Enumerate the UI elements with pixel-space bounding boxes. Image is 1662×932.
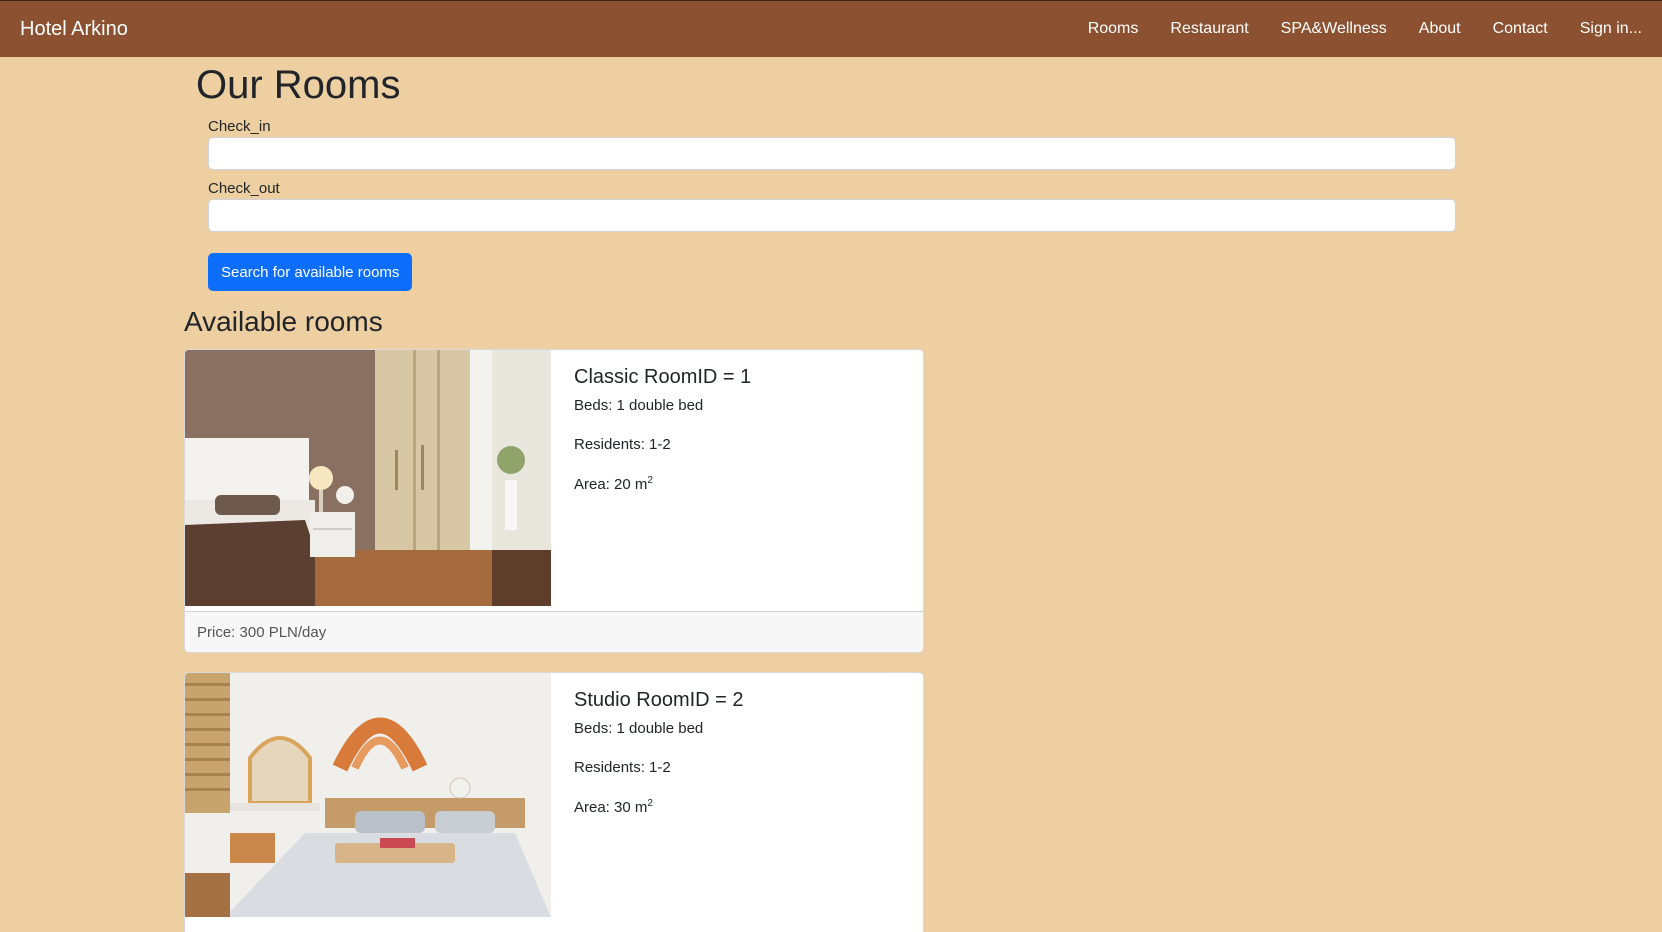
room-photo-classic [185,350,551,606]
room-area: Area: 30 m2 [574,798,744,816]
check-out-input[interactable] [208,199,1456,232]
nav-link-rooms[interactable]: Rooms [1088,20,1139,38]
nav-links: Rooms Restaurant SPA&Wellness About Cont… [1088,20,1642,38]
room-details: Studio RoomID = 2 Beds: 1 double bed Res… [574,689,744,838]
room-card: Classic RoomID = 1 Beds: 1 double bed Re… [184,349,924,653]
page-title: Our Rooms [196,63,401,107]
check-in-input[interactable] [208,137,1456,170]
search-available-rooms-button[interactable]: Search for available rooms [208,253,413,291]
room-residents: Residents: 1-2 [574,436,671,453]
room-area-value: Area: 30 m [574,799,648,816]
brand-link[interactable]: Hotel Arkino [20,18,128,41]
room-title: Studio RoomID = 2 [574,689,744,711]
room-beds: Beds: 1 double bed [574,720,704,737]
room-area-value: Area: 20 m [574,476,648,493]
nav-link-contact[interactable]: Contact [1493,20,1548,38]
room-details: Classic RoomID = 1 Beds: 1 double bed Re… [574,366,751,515]
nav-link-about[interactable]: About [1419,20,1461,38]
nav-link-spa-wellness[interactable]: SPA&Wellness [1281,20,1387,38]
available-rooms-title: Available rooms [184,306,383,337]
check-out-label: Check_out [208,180,280,197]
room-residents: Residents: 1-2 [574,759,671,776]
room-photo-studio [185,673,551,917]
room-area: Area: 20 m2 [574,475,751,493]
check-in-label: Check_in [208,118,271,135]
nav-link-restaurant[interactable]: Restaurant [1170,20,1248,38]
room-area-unit-exponent: 2 [647,798,653,809]
nav-link-sign-in[interactable]: Sign in... [1580,20,1642,38]
room-beds: Beds: 1 double bed [574,397,704,414]
room-title: Classic RoomID = 1 [574,366,752,388]
room-card: Studio RoomID = 2 Beds: 1 double bed Res… [184,672,924,932]
room-area-unit-exponent: 2 [647,475,653,486]
room-price: Price: 300 PLN/day [185,611,923,652]
top-navbar: Hotel Arkino Rooms Restaurant SPA&Wellne… [0,0,1662,57]
